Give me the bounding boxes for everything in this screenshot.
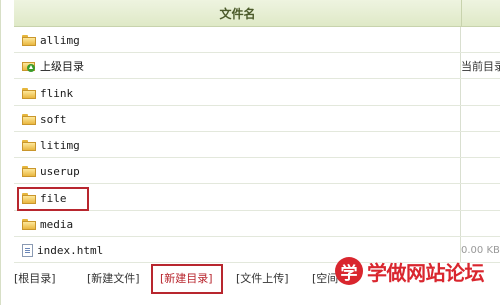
folder-link-allimg[interactable]: allimg [40, 34, 80, 47]
folder-link-soft[interactable]: soft [40, 113, 67, 126]
watermark-text: 学做网站论坛 [367, 260, 485, 285]
file-name-cell: 上级目录 [22, 53, 84, 79]
folder-link-userup[interactable]: userup [40, 165, 80, 178]
upload-file-button[interactable]: [文件上传] [236, 269, 289, 289]
table-row-soft[interactable]: soft [14, 106, 500, 132]
parent-dir-link[interactable]: 上级目录 [40, 58, 84, 74]
file-name-cell: soft [22, 106, 67, 132]
file-name-cell: index.html [22, 237, 103, 263]
folder-up-icon [22, 60, 36, 72]
folder-icon [22, 87, 36, 99]
file-name-cell: media [22, 211, 73, 237]
highlight-box-new-dir [151, 264, 223, 294]
site-watermark: 学 学做网站论坛 [335, 251, 500, 291]
file-name-cell: litimg [22, 132, 80, 158]
table-row-flink[interactable]: flink [14, 80, 500, 106]
table-row-media[interactable]: media [14, 211, 500, 237]
table-row-allimg[interactable]: allimg [14, 27, 500, 53]
folder-icon [22, 113, 36, 125]
html-file-icon [22, 243, 33, 257]
folder-link-flink[interactable]: flink [40, 87, 73, 100]
table-row-litimg[interactable]: litimg [14, 132, 500, 158]
new-file-button[interactable]: [新建文件] [87, 269, 140, 289]
folder-icon [22, 34, 36, 46]
highlight-box-file [17, 187, 89, 211]
watermark-logo: 学 [335, 257, 363, 285]
current-dir-label: 当前目录 [461, 60, 500, 73]
folder-link-litimg[interactable]: litimg [40, 139, 80, 152]
folder-icon [22, 165, 36, 177]
folder-icon [22, 139, 36, 151]
file-name-cell: allimg [22, 27, 80, 53]
folder-link-media[interactable]: media [40, 218, 73, 231]
root-dir-button[interactable]: [根目录] [14, 269, 56, 289]
table-row-userup[interactable]: userup [14, 158, 500, 184]
file-manager-panel: 文件名 allimg 上级目录 当前目录 flink soft litimg u… [0, 0, 500, 305]
file-name-cell: flink [22, 80, 73, 106]
file-name-cell: userup [22, 158, 80, 184]
folder-icon [22, 218, 36, 230]
file-link-index-html[interactable]: index.html [37, 244, 103, 257]
column-header-info [461, 0, 500, 26]
column-header-filename[interactable]: 文件名 [14, 0, 461, 26]
table-header: 文件名 [14, 0, 500, 27]
table-row-parent-dir[interactable]: 上级目录 当前目录 [14, 53, 500, 79]
